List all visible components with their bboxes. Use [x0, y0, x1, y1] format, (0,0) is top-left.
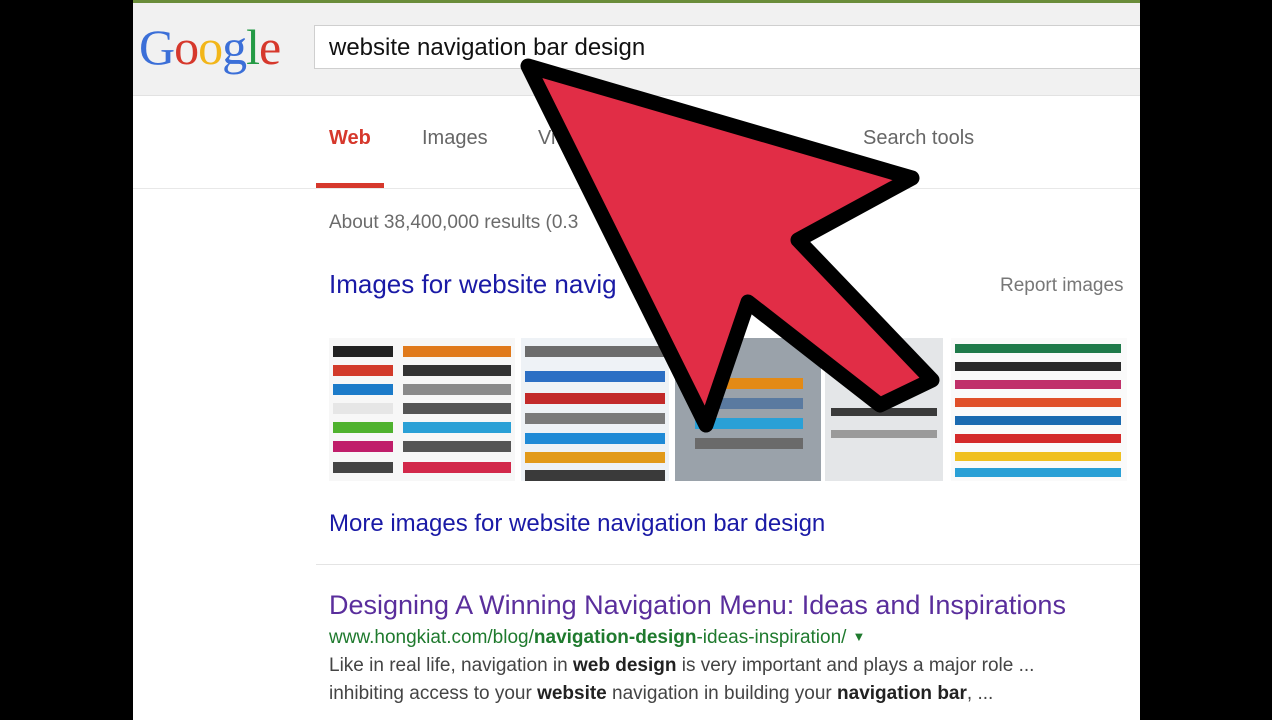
- search-tabs: Web Images Vi Search tools: [133, 96, 1140, 189]
- images-heading-link[interactable]: Images for website navig: [329, 269, 617, 300]
- image-thumbnail[interactable]: [521, 338, 669, 481]
- google-logo[interactable]: Google: [139, 17, 281, 77]
- result-url-bold: navigation-design: [533, 627, 697, 648]
- result-title-link[interactable]: Designing A Winning Navigation Menu: Ide…: [329, 590, 1066, 621]
- result-url-rest: -ideas-inspiration/: [696, 627, 847, 648]
- result-url-prefix: www.hongkiat.com/blog/: [329, 627, 534, 648]
- image-thumbnail[interactable]: [825, 338, 943, 481]
- more-images-link[interactable]: More images for website navigation bar d…: [329, 510, 825, 538]
- image-thumbnail[interactable]: [951, 338, 1127, 481]
- result-url: www.hongkiat.com/blog/navigation-design-…: [329, 627, 865, 649]
- image-results-row: [329, 338, 1129, 481]
- browser-page: Google website navigation bar design Web…: [133, 0, 1140, 720]
- results-count: About 38,400,000 results (0.3: [329, 212, 579, 233]
- tab-images[interactable]: Images: [422, 127, 488, 150]
- active-tab-indicator: [316, 183, 384, 188]
- triangle-down-icon[interactable]: ▼: [852, 629, 865, 644]
- tab-search-tools[interactable]: Search tools: [863, 127, 974, 150]
- report-images-link[interactable]: Report images: [1000, 275, 1124, 297]
- search-input[interactable]: website navigation bar design: [314, 25, 1140, 69]
- search-header: Google website navigation bar design: [133, 3, 1140, 96]
- result-snippet-line-1: Like in real life, navigation in web des…: [329, 655, 1035, 676]
- result-snippet-line-2: inhibiting access to your website naviga…: [329, 683, 994, 704]
- tab-videos[interactable]: Vi: [538, 127, 555, 150]
- image-thumbnail[interactable]: [675, 338, 821, 481]
- tab-web[interactable]: Web: [329, 127, 371, 150]
- divider: [316, 564, 1140, 565]
- image-thumbnail[interactable]: [329, 338, 515, 481]
